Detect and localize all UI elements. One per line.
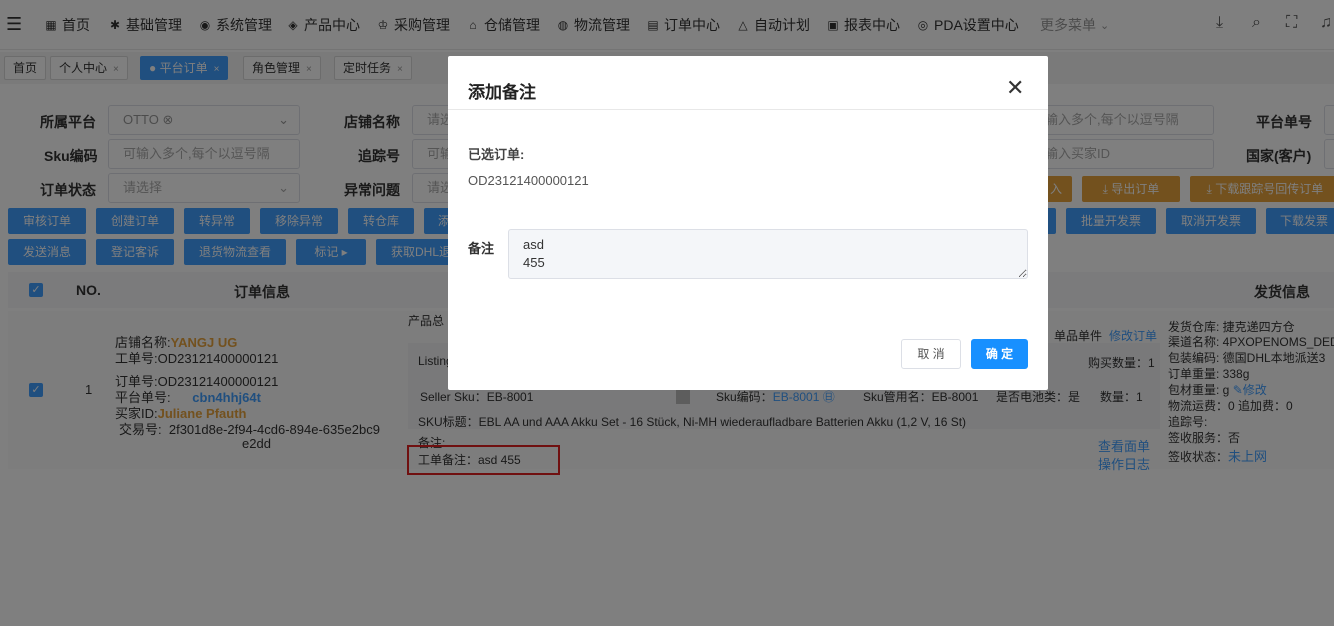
close-icon[interactable]: ✕ (1006, 77, 1024, 99)
cancel-button[interactable]: 取 消 (901, 339, 961, 369)
remark-textarea[interactable] (508, 229, 1028, 279)
selected-orders-label: 已选订单: (468, 147, 525, 162)
dialog-header (448, 56, 1048, 110)
add-remark-dialog: 添加备注 ✕ 已选订单: OD23121400000121 备注 取 消 确 定 (448, 56, 1048, 390)
confirm-button[interactable]: 确 定 (971, 339, 1028, 369)
dialog-title: 添加备注 (468, 83, 536, 102)
selected-orders-value: OD23121400000121 (468, 173, 589, 188)
remark-label: 备注 (468, 241, 495, 256)
